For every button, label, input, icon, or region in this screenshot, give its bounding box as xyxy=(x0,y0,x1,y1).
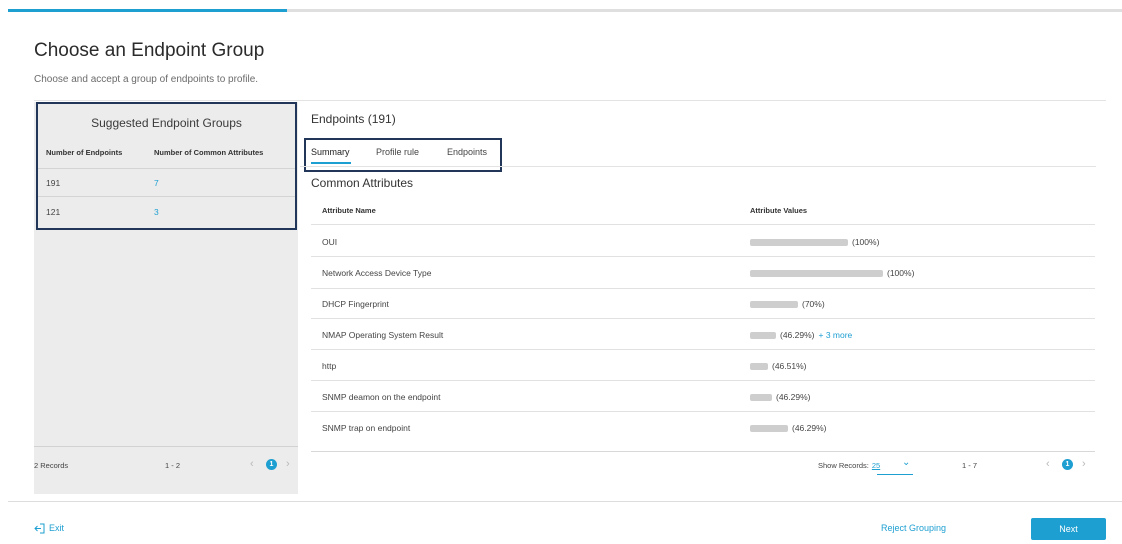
col-header-common-attributes[interactable]: Number of Common Attributes xyxy=(154,148,263,157)
footer-divider xyxy=(8,501,1122,502)
exit-label: Exit xyxy=(49,523,65,533)
table-row-divider xyxy=(311,380,1095,381)
attribute-value-nmap-os: (46.29%) + 3 more xyxy=(750,330,852,340)
table-row-divider xyxy=(311,256,1095,257)
table-row-divider xyxy=(311,318,1095,319)
col-header-endpoints[interactable]: Number of Endpoints xyxy=(46,148,122,157)
redacted-value xyxy=(750,363,768,371)
tab-summary[interactable]: Summary xyxy=(311,147,350,157)
table-row-divider xyxy=(311,349,1095,350)
header-row-divider xyxy=(311,224,1095,225)
group-row-1-attributes-link[interactable]: 7 xyxy=(154,178,159,188)
attribute-name-device-type: Network Access Device Type xyxy=(322,268,432,278)
wizard-progress-bar xyxy=(8,9,1122,12)
attribute-value-dhcp-fingerprint: (70%) xyxy=(750,299,825,309)
redacted-value xyxy=(750,270,883,278)
suggested-groups-title: Suggested Endpoint Groups xyxy=(91,116,242,130)
page-1-button[interactable]: 1 xyxy=(1062,459,1073,470)
chevron-right-icon[interactable]: › xyxy=(286,458,290,470)
exit-icon xyxy=(34,523,45,534)
show-records-label: Show Records: xyxy=(818,461,869,470)
attribute-value-device-type: (100%) xyxy=(750,268,914,278)
attribute-name-nmap-os: NMAP Operating System Result xyxy=(322,330,444,340)
exit-button[interactable]: Exit xyxy=(34,523,64,534)
group-row-1-endpoints[interactable]: 191 xyxy=(46,178,60,188)
tab-endpoints[interactable]: Endpoints xyxy=(447,147,487,157)
endpoints-title: Endpoints (191) xyxy=(311,112,396,126)
attribute-value-snmp-trap: (46.29%) xyxy=(750,423,827,433)
records-range: 1 - 2 xyxy=(165,461,181,470)
chevron-down-icon[interactable]: ⌄ xyxy=(902,457,910,468)
redacted-value xyxy=(750,332,776,340)
redacted-value xyxy=(750,301,798,309)
select-underline xyxy=(877,474,913,475)
group-row-2-endpoints[interactable]: 121 xyxy=(46,207,60,217)
table-footer-divider xyxy=(311,451,1095,452)
group-row-2-attributes-link[interactable]: 3 xyxy=(154,207,159,217)
attribute-name-snmp-daemon: SNMP deamon on the endpoint xyxy=(322,392,441,402)
show-more-link[interactable]: + 3 more xyxy=(819,330,853,340)
header-divider xyxy=(34,100,1106,101)
redacted-value xyxy=(750,239,848,247)
attribute-name-dhcp-fingerprint: DHCP Fingerprint xyxy=(322,299,389,309)
wizard-progress-fill xyxy=(8,9,287,12)
chevron-left-icon[interactable]: ‹ xyxy=(1046,458,1050,470)
endpoints-records-range: 1 - 7 xyxy=(962,461,978,470)
reject-grouping-link[interactable]: Reject Grouping xyxy=(881,523,946,533)
show-records-value[interactable]: 25 xyxy=(872,461,880,470)
col-header-attribute-values[interactable]: Attribute Values xyxy=(750,206,807,215)
attribute-name-snmp-trap: SNMP trap on endpoint xyxy=(322,423,411,433)
redacted-value xyxy=(750,425,788,433)
row-divider xyxy=(38,196,295,197)
left-footer-divider xyxy=(34,446,298,447)
tabs-divider xyxy=(300,166,1096,167)
row-divider xyxy=(38,168,295,169)
chevron-right-icon[interactable]: › xyxy=(1082,458,1086,470)
attribute-value-snmp-daemon: (46.29%) xyxy=(750,392,811,402)
active-tab-indicator xyxy=(311,162,351,164)
suggested-groups-table: Suggested Endpoint Groups Number of Endp… xyxy=(36,102,297,230)
tab-profile-rule[interactable]: Profile rule xyxy=(376,147,419,157)
table-row-divider xyxy=(311,411,1095,412)
page-title: Choose an Endpoint Group xyxy=(34,40,265,61)
page-1-button[interactable]: 1 xyxy=(266,459,277,470)
next-button[interactable]: Next xyxy=(1031,518,1106,540)
table-row-divider xyxy=(311,288,1095,289)
page-subtitle: Choose and accept a group of endpoints t… xyxy=(34,74,259,85)
common-attributes-title: Common Attributes xyxy=(311,176,414,190)
redacted-value xyxy=(750,394,772,402)
attribute-value-oui: (100%) xyxy=(750,237,879,247)
col-header-attribute-name[interactable]: Attribute Name xyxy=(322,206,376,215)
attribute-name-oui: OUI xyxy=(322,237,338,247)
chevron-left-icon[interactable]: ‹ xyxy=(250,458,254,470)
records-count: 2 Records xyxy=(34,461,69,470)
attribute-value-http: (46.51%) xyxy=(750,361,807,371)
attribute-name-http: http xyxy=(322,361,337,371)
show-records-select[interactable]: Show Records: 25 xyxy=(818,461,880,470)
